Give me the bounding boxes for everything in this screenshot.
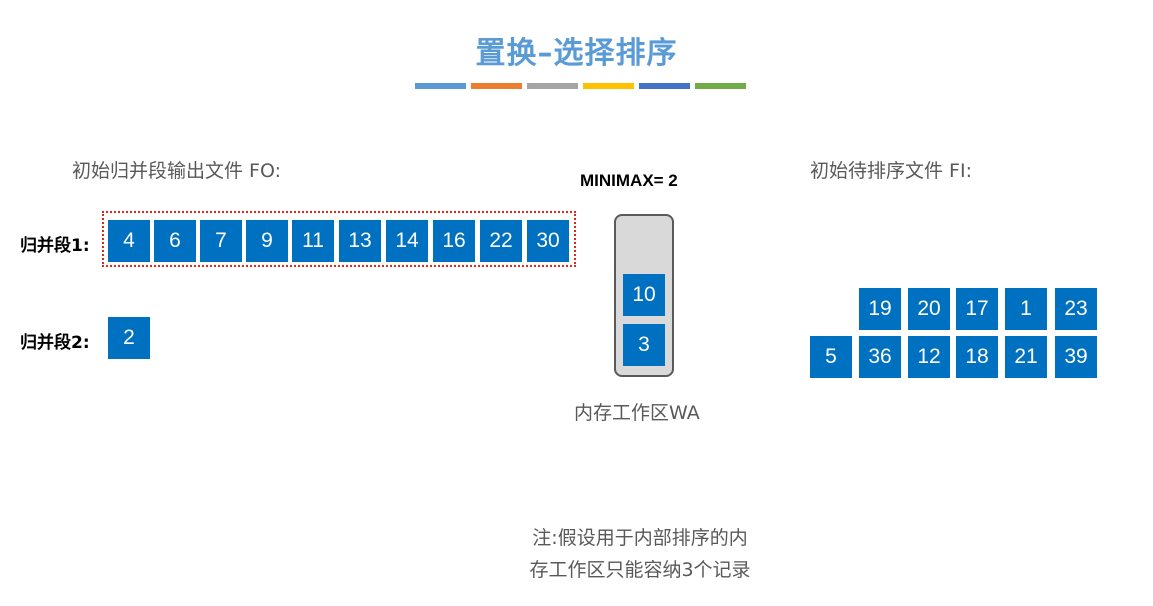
workarea-record: 10 xyxy=(623,274,665,316)
fi-record: 1 xyxy=(1005,288,1047,330)
fi-record: 21 xyxy=(1005,336,1047,378)
fi-record: 39 xyxy=(1055,336,1097,378)
workarea-label: 内存工作区WA xyxy=(574,402,700,424)
fi-record: 17 xyxy=(956,288,998,330)
color-bar-2 xyxy=(471,83,522,89)
segment1-record: 6 xyxy=(154,220,196,262)
fi-record: 20 xyxy=(908,288,950,330)
color-bar-6 xyxy=(695,83,746,89)
segment1-record: 11 xyxy=(292,220,334,262)
fi-record: 5 xyxy=(810,336,852,378)
page-title: 置换–选择排序 xyxy=(475,36,678,71)
segment1-record: 9 xyxy=(246,220,288,262)
note-line-2: 存工作区只能容纳3个记录 xyxy=(529,559,751,581)
note: 注:假设用于内部排序的内 存工作区只能容纳3个记录 xyxy=(490,522,790,586)
fi-record: 12 xyxy=(908,336,950,378)
note-line-1: 注:假设用于内部排序的内 xyxy=(532,527,748,549)
color-bar-4 xyxy=(583,83,634,89)
minimax-label: MINIMAX= 2 xyxy=(580,171,678,190)
segment2-record: 2 xyxy=(108,317,150,359)
color-bar-1 xyxy=(415,83,466,89)
color-bar-5 xyxy=(639,83,690,89)
segment1-label: 归并段1: xyxy=(20,236,90,256)
fo-label: 初始归并段输出文件 FO: xyxy=(72,160,281,182)
segment1-record: 4 xyxy=(108,220,150,262)
segment1-record: 30 xyxy=(527,220,569,262)
fi-record: 19 xyxy=(859,288,901,330)
workarea-record: 3 xyxy=(623,324,665,366)
segment1-record: 16 xyxy=(433,220,475,262)
color-bar-3 xyxy=(527,83,578,89)
fi-record: 18 xyxy=(956,336,998,378)
fi-label: 初始待排序文件 FI: xyxy=(810,160,972,182)
segment1-record: 14 xyxy=(386,220,428,262)
segment1-record: 7 xyxy=(200,220,242,262)
segment2-label: 归并段2: xyxy=(20,333,90,353)
title-color-bar xyxy=(415,83,746,89)
segment1-record: 22 xyxy=(480,220,522,262)
fi-record: 36 xyxy=(859,336,901,378)
segment1-record: 13 xyxy=(339,220,381,262)
fi-record: 23 xyxy=(1055,288,1097,330)
